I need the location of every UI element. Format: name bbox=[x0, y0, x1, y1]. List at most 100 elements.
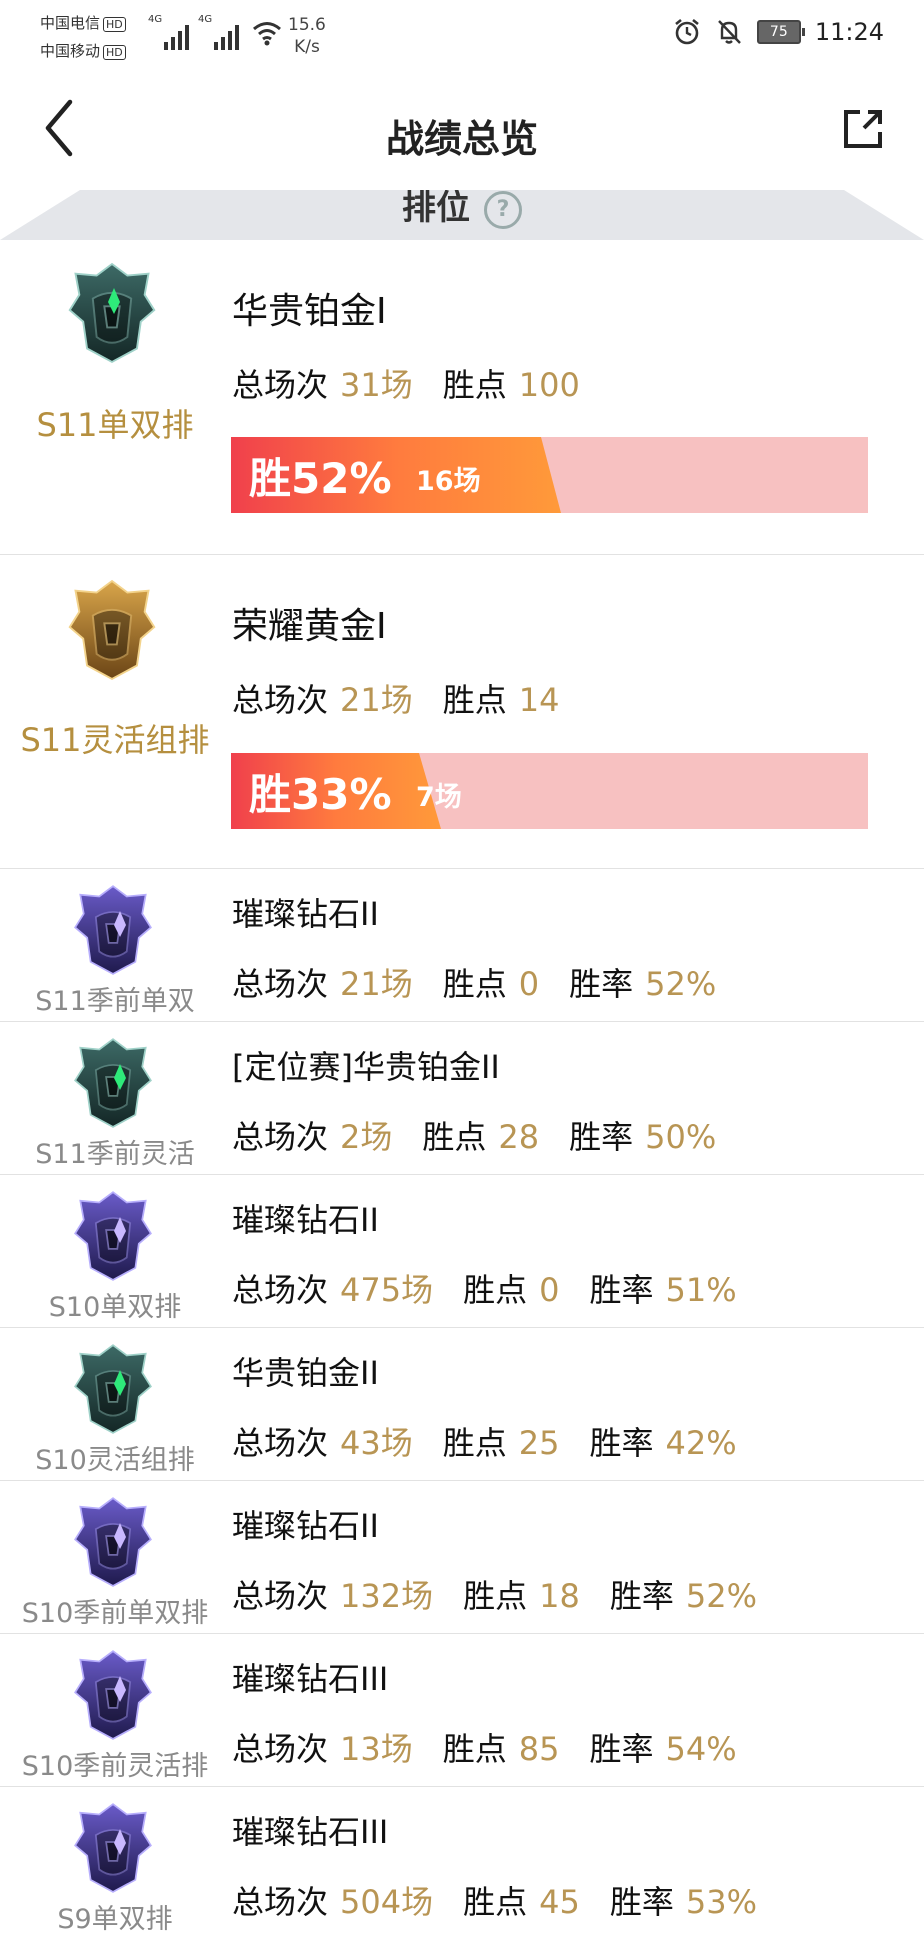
games-value: 43场 bbox=[340, 1424, 413, 1462]
games-value: 504场 bbox=[340, 1883, 434, 1921]
diamond-emblem-icon bbox=[70, 1493, 156, 1591]
games-label: 总场次 bbox=[232, 1730, 329, 1768]
lp-value: 85 bbox=[518, 1730, 560, 1768]
games-value: 132场 bbox=[340, 1577, 434, 1615]
status-bar: 中国电信 HD 中国移动 HD 4G 4G 15.6 K/s 75 11:24 bbox=[0, 0, 924, 74]
stats-line: 总场次 13场 胜点 85 胜率 54% bbox=[232, 1724, 767, 1770]
win-rate-value: 42% bbox=[665, 1424, 737, 1462]
lp-value: 0 bbox=[518, 965, 540, 1003]
rank-card-s11-solo[interactable]: S11单双排 华贵铂金I 总场次 31场 胜点 100 胜52% 16场 bbox=[0, 240, 924, 554]
queue-name: S9单双排 bbox=[57, 1904, 173, 1935]
wins-count: 16场 bbox=[416, 466, 481, 497]
lp-label: 胜点 bbox=[442, 1730, 507, 1768]
lp-label: 胜点 bbox=[442, 366, 507, 404]
stats-line: 总场次 21场 胜点 14 bbox=[232, 675, 589, 721]
rank-row[interactable]: S11季前单双 璀璨钻石II 总场次 21场 胜点 0 胜率 52% bbox=[0, 868, 924, 1022]
stats-line: 总场次 31场 胜点 100 bbox=[232, 360, 610, 406]
win-rate-label: 胜率 bbox=[589, 1271, 654, 1309]
games-label: 总场次 bbox=[232, 366, 329, 404]
rank-row[interactable]: S9单双排 璀璨钻石III 总场次 504场 胜点 45 胜率 53% bbox=[0, 1786, 924, 1940]
battery-icon: 75 bbox=[756, 20, 805, 44]
lp-value: 45 bbox=[539, 1883, 580, 1921]
win-rate-value: 54% bbox=[665, 1730, 737, 1768]
queue-name: S10灵活组排 bbox=[35, 1445, 195, 1476]
rank-row[interactable]: S11季前灵活 [定位赛]华贵铂金II 总场次 2场 胜点 28 胜率 50% bbox=[0, 1021, 924, 1175]
stats-line: 总场次 504场 胜点 45 胜率 53% bbox=[232, 1877, 787, 1923]
games-label: 总场次 bbox=[232, 1883, 329, 1921]
win-rate-bar: 胜52% 16场 bbox=[231, 437, 868, 513]
rank-row[interactable]: S10灵活组排 华贵铂金II 总场次 43场 胜点 25 胜率 42% bbox=[0, 1327, 924, 1481]
diamond-emblem-icon bbox=[70, 1646, 156, 1744]
help-icon[interactable]: ? bbox=[484, 190, 522, 229]
games-label: 总场次 bbox=[232, 965, 329, 1003]
games-value: 13场 bbox=[340, 1730, 413, 1768]
stats-line: 总场次 43场 胜点 25 胜率 42% bbox=[232, 1418, 767, 1464]
section-title-ranked: 排位 bbox=[402, 190, 470, 228]
queue-name: S10单双排 bbox=[48, 1292, 182, 1323]
win-rate-label: 胜率 bbox=[589, 1424, 654, 1462]
win-rate-bar: 胜33% 7场 bbox=[231, 753, 868, 829]
platinum-emblem-icon bbox=[70, 1340, 156, 1438]
wins-count: 7场 bbox=[416, 782, 462, 813]
games-label: 总场次 bbox=[232, 1577, 329, 1615]
platinum-emblem-icon bbox=[70, 1034, 156, 1132]
net-speed: 15.6 K/s bbox=[288, 14, 326, 58]
win-rate-value: 53% bbox=[685, 1883, 757, 1921]
queue-name: S11季前灵活 bbox=[35, 1139, 195, 1170]
rank-row[interactable]: S10季前单双排 璀璨钻石II 总场次 132场 胜点 18 胜率 52% bbox=[0, 1480, 924, 1634]
wifi-icon bbox=[253, 22, 281, 46]
games-value: 21场 bbox=[340, 965, 413, 1003]
carrier-2: 中国移动 HD bbox=[40, 40, 126, 61]
win-rate-label: 胜率 bbox=[589, 1730, 654, 1768]
lp-label: 胜点 bbox=[422, 1118, 487, 1156]
win-rate-value: 52% bbox=[685, 1577, 757, 1615]
games-value: 2场 bbox=[340, 1118, 393, 1156]
rank-tier: [定位赛]华贵铂金II bbox=[232, 1048, 500, 1086]
rank-tier: 荣耀黄金I bbox=[232, 606, 387, 647]
rank-tier: 璀璨钻石III bbox=[232, 1813, 389, 1851]
games-label: 总场次 bbox=[232, 681, 329, 719]
clock: 11:24 bbox=[814, 18, 884, 46]
carrier-1: 中国电信 HD bbox=[40, 12, 126, 33]
diamond-emblem-icon bbox=[70, 881, 156, 979]
share-button[interactable] bbox=[842, 108, 884, 150]
games-value: 21场 bbox=[340, 681, 413, 719]
rank-row[interactable]: S10季前灵活排 璀璨钻石III 总场次 13场 胜点 85 胜率 54% bbox=[0, 1633, 924, 1787]
page-title: 战绩总览 bbox=[385, 117, 538, 161]
carrier-1-label: 中国电信 bbox=[40, 14, 101, 32]
rank-tier: 华贵铂金II bbox=[232, 1354, 379, 1392]
queue-name: S10季前灵活排 bbox=[21, 1751, 209, 1782]
alarm-icon bbox=[675, 18, 699, 45]
signal-icon: 4G bbox=[148, 14, 189, 50]
games-value: 31场 bbox=[340, 366, 413, 404]
diamond-emblem-icon bbox=[70, 1187, 156, 1285]
diamond-emblem-icon bbox=[70, 1799, 156, 1897]
lp-label: 胜点 bbox=[442, 1424, 507, 1462]
lp-label: 胜点 bbox=[442, 965, 507, 1003]
games-label: 总场次 bbox=[232, 1118, 329, 1156]
rank-card-s11-flex[interactable]: S11灵活组排 荣耀黄金I 总场次 21场 胜点 14 胜33% 7场 bbox=[0, 554, 924, 869]
section-header: 排位? bbox=[0, 190, 924, 240]
games-label: 总场次 bbox=[232, 1424, 329, 1462]
rank-row[interactable]: S10单双排 璀璨钻石II 总场次 475场 胜点 0 胜率 51% bbox=[0, 1174, 924, 1328]
win-rate-value: 51% bbox=[665, 1271, 737, 1309]
network-type-1: 4G bbox=[148, 14, 163, 25]
queue-name: S11灵活组排 bbox=[20, 721, 210, 759]
queue-name: S10季前单双排 bbox=[21, 1598, 209, 1629]
lp-label: 胜点 bbox=[463, 1883, 528, 1921]
battery-level: 75 bbox=[769, 24, 788, 40]
lp-value: 18 bbox=[539, 1577, 580, 1615]
lp-value: 100 bbox=[518, 366, 580, 404]
net-speed-value: 15.6 bbox=[288, 15, 326, 35]
queue-name: S11单双排 bbox=[36, 406, 194, 444]
win-rate-text: 胜52% bbox=[249, 454, 392, 503]
platinum-emblem-icon bbox=[64, 258, 160, 368]
win-rate-value: 52% bbox=[645, 965, 717, 1003]
win-rate-label: 胜率 bbox=[569, 965, 634, 1003]
lp-value: 28 bbox=[498, 1118, 540, 1156]
mute-notification-icon bbox=[717, 20, 741, 44]
games-value: 475场 bbox=[340, 1271, 434, 1309]
stats-line: 总场次 21场 胜点 0 胜率 52% bbox=[232, 959, 746, 1005]
gold-emblem-icon bbox=[64, 575, 160, 685]
win-rate-value: 50% bbox=[645, 1118, 717, 1156]
